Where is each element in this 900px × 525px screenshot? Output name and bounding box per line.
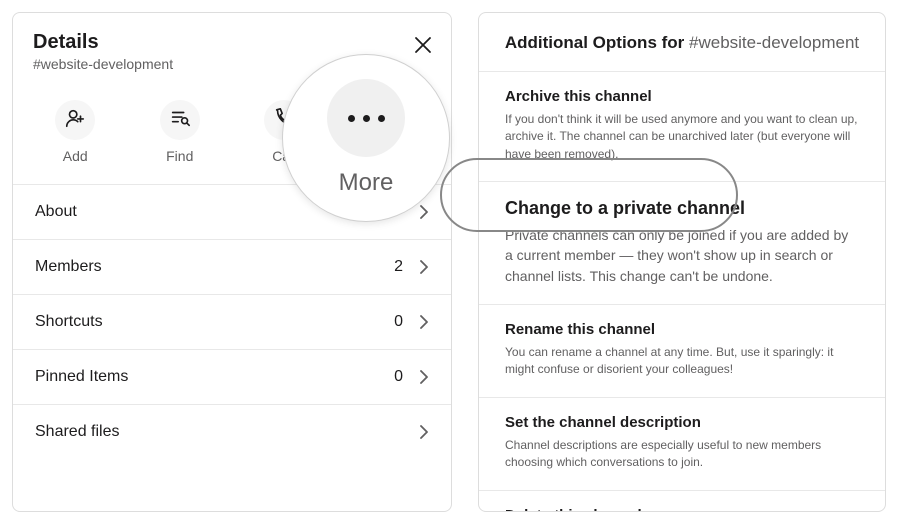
- section-members[interactable]: Members 2: [13, 240, 451, 295]
- chevron-right-icon: [419, 260, 429, 274]
- chevron-right-icon: [419, 315, 429, 329]
- action-label-add: Add: [63, 148, 88, 164]
- section-shared-files[interactable]: Shared files: [13, 405, 451, 459]
- header-channel: #website-development: [689, 33, 859, 52]
- add-person-icon: [64, 107, 86, 134]
- section-pinned[interactable]: Pinned Items 0: [13, 350, 451, 405]
- section-shortcuts[interactable]: Shortcuts 0: [13, 295, 451, 350]
- more-button-magnified[interactable]: More: [282, 54, 450, 222]
- find-list-search-icon: [169, 107, 191, 134]
- pinned-count: 0: [394, 368, 403, 386]
- option-delete[interactable]: Delete this channel Deleting a channel w…: [479, 491, 885, 512]
- find-button[interactable]: Find: [145, 100, 215, 164]
- option-change-private[interactable]: Change to a private channel Private chan…: [479, 182, 885, 305]
- chevron-right-icon: [419, 425, 429, 439]
- option-description[interactable]: Set the channel description Channel desc…: [479, 398, 885, 491]
- action-label-find: Find: [166, 148, 193, 164]
- header-prefix: Additional Options for: [505, 33, 689, 52]
- chevron-right-icon: [419, 370, 429, 384]
- additional-options-panel: Additional Options for #website-developm…: [478, 12, 886, 512]
- additional-options-header: Additional Options for #website-developm…: [479, 13, 885, 72]
- members-count: 2: [394, 258, 403, 276]
- more-label: More: [339, 169, 394, 197]
- option-rename[interactable]: Rename this channel You can rename a cha…: [479, 305, 885, 398]
- chevron-right-icon: [419, 205, 429, 219]
- option-archive[interactable]: Archive this channel If you don't think …: [479, 72, 885, 182]
- more-dots-icon: [327, 79, 405, 157]
- close-button[interactable]: [411, 33, 435, 57]
- shortcuts-count: 0: [394, 313, 403, 331]
- add-button[interactable]: Add: [40, 100, 110, 164]
- details-title: Details: [33, 31, 431, 54]
- close-icon: [411, 44, 435, 61]
